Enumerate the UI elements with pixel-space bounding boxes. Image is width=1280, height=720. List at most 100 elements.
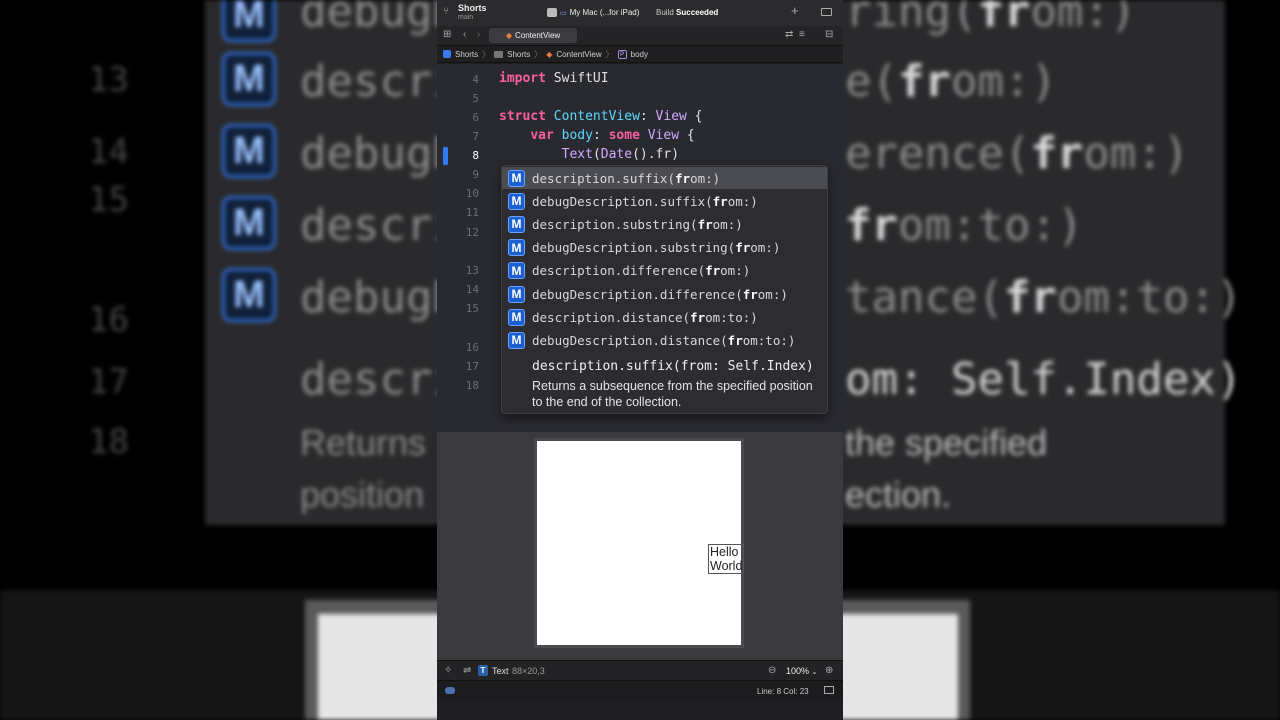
- code-editor[interactable]: 4 5 6 7 8 9 10 11 12 13 14 15 16 17 18 i…: [437, 64, 843, 432]
- line-number: 5: [472, 92, 479, 105]
- code-token: Text: [561, 147, 593, 162]
- completion-item[interactable]: MdebugDescription.suffix(from:): [502, 190, 827, 212]
- method-icon: M: [508, 308, 525, 326]
- completion-text: debugDescription.distance(: [532, 332, 728, 348]
- split-editor-icon[interactable]: ⊟: [825, 30, 833, 40]
- completion-item[interactable]: Mdescription.substring(from:): [502, 213, 827, 235]
- chevron-left-icon[interactable]: ‹: [463, 30, 466, 40]
- completion-text: debugDescription.substring(: [532, 240, 736, 256]
- background-line-number: 16: [88, 300, 129, 340]
- breadcrumb-separator-icon: 〉: [605, 49, 614, 59]
- completion-text: om:): [690, 170, 721, 186]
- completion-item[interactable]: MdebugDescription.difference(from:): [502, 283, 827, 305]
- background-suggestion: descri: [300, 200, 459, 251]
- code-token: View: [655, 109, 687, 124]
- completion-text: om:): [750, 240, 781, 256]
- completion-match: fr: [742, 286, 758, 302]
- zoom-level[interactable]: 100% ⌄: [786, 666, 817, 676]
- line-number: 18: [465, 379, 479, 392]
- code-line: import SwiftUI: [499, 71, 609, 86]
- project-name[interactable]: Shorts: [458, 3, 487, 13]
- background-line-number: 13: [88, 60, 129, 100]
- completion-match: fr: [712, 193, 728, 209]
- completion-match: fr: [675, 170, 691, 186]
- code-token: var: [530, 128, 554, 143]
- completion-item[interactable]: Mdescription.distance(from:to:): [502, 306, 827, 328]
- method-icon: M: [508, 262, 525, 280]
- variants-icon[interactable]: ⇌: [463, 666, 471, 676]
- code-token: {: [686, 109, 703, 124]
- background-suggestion: e(from:): [845, 56, 1057, 107]
- method-icon: M: [508, 169, 525, 187]
- background-doc-text: the specified: [845, 422, 1048, 463]
- tab-contentview[interactable]: ◆ ContentView: [489, 28, 577, 43]
- completion-item[interactable]: Mdescription.suffix(from:): [502, 167, 827, 189]
- code-token: View: [647, 128, 680, 143]
- code-token: import: [499, 71, 546, 86]
- method-icon: M: [508, 331, 525, 349]
- grid-icon[interactable]: ⊞: [443, 30, 451, 40]
- background-method-icon: M: [222, 196, 276, 250]
- completion-match: fr: [697, 216, 713, 232]
- line-number: 10: [465, 187, 479, 200]
- line-number: 15: [465, 302, 479, 315]
- preview-hello-text[interactable]: Hello World: [707, 544, 745, 574]
- tab-label: ContentView: [514, 31, 561, 40]
- completion-match: fr: [735, 240, 751, 256]
- build-status-prefix: Build: [656, 8, 674, 17]
- completion-item-label: description.suffix(from:): [532, 171, 720, 186]
- code-token: :: [592, 128, 609, 143]
- code-token: Date: [600, 147, 633, 162]
- inspector-toggle-icon[interactable]: [821, 8, 832, 16]
- completion-doc-signature: description.suffix(from: Self.Index): [532, 359, 814, 374]
- completion-match: fr: [690, 309, 706, 325]
- completion-text: debugDescription.difference(: [532, 286, 743, 302]
- editor-options-icon[interactable]: ≡: [799, 30, 805, 40]
- method-icon: M: [508, 285, 525, 303]
- run-destination-icon: [547, 8, 557, 17]
- background-suggestion: ring(from:): [845, 0, 1137, 37]
- code-token: some: [608, 128, 640, 143]
- breadcrumb-item[interactable]: body: [631, 50, 648, 59]
- scheme-selector[interactable]: ▭ My Mac (...for iPad): [560, 8, 639, 17]
- refresh-icon[interactable]: ⇄: [785, 30, 793, 40]
- selected-element-size: 88×20,3: [512, 666, 545, 676]
- background-suggestion: debugD: [300, 0, 459, 37]
- background-method-icon: M: [222, 0, 276, 42]
- zoom-in-icon[interactable]: ⊕: [825, 666, 833, 676]
- panel-toggle-icon[interactable]: [824, 686, 834, 694]
- folder-icon: [494, 50, 504, 58]
- completion-item-label: description.difference(from:): [532, 263, 750, 278]
- code-line-current: Text(Date().fr): [499, 147, 679, 162]
- scheme-target: My Mac (...for iPad): [569, 8, 640, 17]
- background-line-number: 17: [88, 362, 129, 402]
- code-token: :: [639, 109, 656, 124]
- add-icon[interactable]: +: [791, 4, 799, 17]
- line-number: 7: [472, 130, 479, 143]
- breadcrumb-item[interactable]: Shorts: [507, 50, 530, 59]
- completion-text: om:to:): [742, 332, 796, 348]
- breadcrumb-item[interactable]: ContentView: [556, 50, 601, 59]
- completion-match: fr: [705, 263, 721, 279]
- completion-item[interactable]: MdebugDescription.distance(from:to:): [502, 329, 827, 351]
- background-method-icon: M: [222, 124, 276, 178]
- completion-item[interactable]: Mdescription.difference(from:): [502, 260, 827, 282]
- pin-icon[interactable]: ✧: [444, 666, 452, 676]
- line-number: 14: [465, 283, 479, 296]
- breadcrumb-separator-icon: 〉: [482, 49, 491, 59]
- chevron-right-icon[interactable]: ›: [477, 30, 480, 40]
- background-suggestion: debugD: [300, 128, 459, 179]
- completion-item[interactable]: MdebugDescription.substring(from:): [502, 237, 827, 259]
- background-method-icon: M: [222, 52, 276, 106]
- breadcrumb-item[interactable]: Shorts: [455, 50, 478, 59]
- code-line: var body: some View {: [499, 128, 694, 143]
- method-icon: M: [508, 239, 525, 257]
- zoom-out-icon[interactable]: ⊖: [768, 666, 776, 676]
- background-line-number: 15: [88, 180, 129, 220]
- build-status-result: Succeeded: [676, 8, 719, 17]
- branch-name: main: [458, 14, 474, 21]
- debug-area-icon[interactable]: [445, 687, 455, 694]
- text-element-icon: T: [478, 665, 488, 676]
